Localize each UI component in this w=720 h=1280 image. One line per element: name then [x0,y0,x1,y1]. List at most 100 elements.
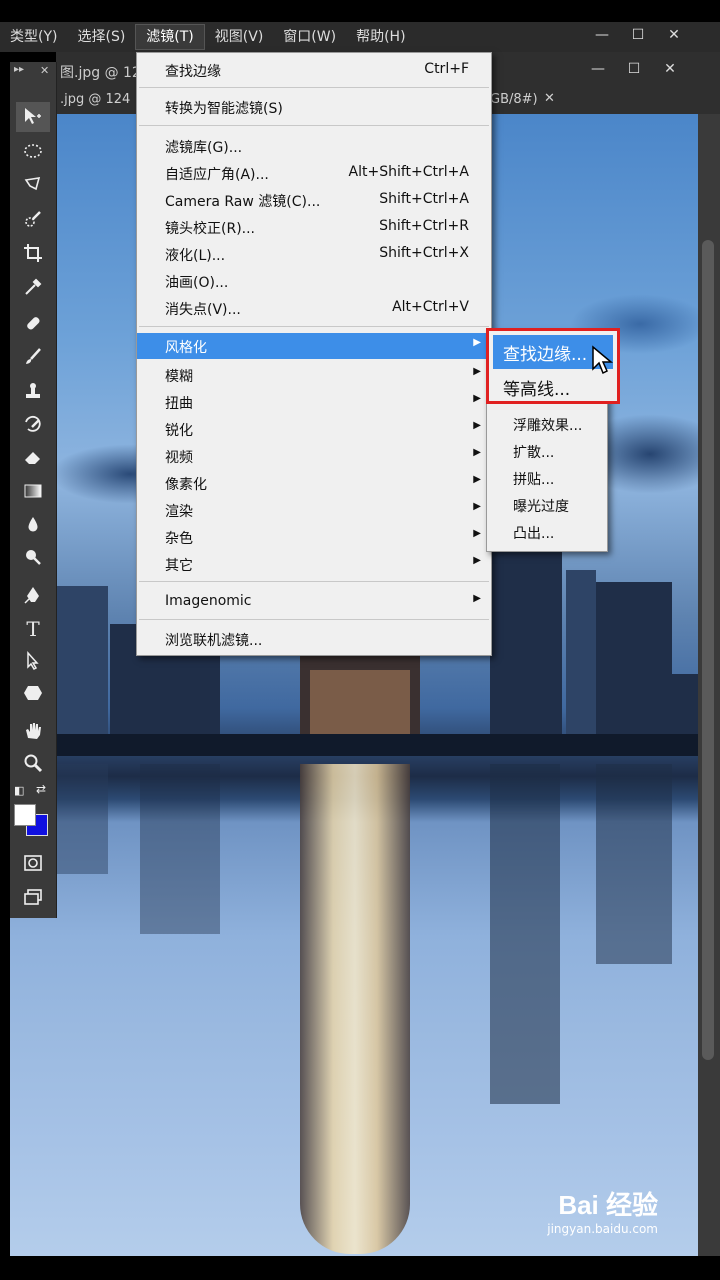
scrollbar-thumb[interactable] [702,240,714,1060]
doc-minimize-button[interactable]: — [580,58,616,80]
lasso-tool-icon[interactable] [16,170,50,200]
menu-item-lens-correction[interactable]: 镜头校正(R)... Shift+Ctrl+R [137,214,491,240]
menu-item-video[interactable]: 视频 ▶ [137,443,491,469]
menu-item-liquify[interactable]: 液化(L)... Shift+Ctrl+X [137,241,491,267]
submenu-arrow-icon: ▶ [473,420,481,431]
menu-separator [139,125,489,126]
screen-mode-icon[interactable] [16,882,50,912]
dodge-tool-icon[interactable] [16,542,50,572]
submenu-item-extrude[interactable]: 凸出... [487,519,607,545]
building-reflection [596,764,672,964]
menu-item-label: 渲染 [165,504,193,520]
document-tab-title[interactable]: .jpg @ 124 [60,92,130,107]
quick-selection-icon[interactable] [16,204,50,234]
building-reflection [490,764,560,1104]
menu-item-blur[interactable]: 模糊 ▶ [137,362,491,388]
submenu-arrow-icon: ▶ [473,528,481,539]
menu-item-noise[interactable]: 杂色 ▶ [137,524,491,550]
doc-restore-button[interactable]: ☐ [616,58,652,80]
menu-item-sharpen[interactable]: 锐化 ▶ [137,416,491,442]
submenu-arrow-icon: ▶ [473,337,481,348]
quick-mask-icon[interactable] [16,848,50,878]
menu-item-stylize[interactable]: 风格化 ▶ [137,333,491,359]
shape-tool-icon[interactable] [16,678,50,708]
tab-close-icon[interactable]: ✕ [544,91,555,106]
submenu-item-label: 曝光过度 [513,499,569,515]
zoom-tool-icon[interactable] [16,748,50,778]
menu-filter[interactable]: 滤镜(T) [135,24,205,50]
menu-item-filter-gallery[interactable]: 滤镜库(G)... [137,133,491,159]
type-tool-icon[interactable]: T [16,614,50,644]
building [56,586,108,746]
menu-item-oil-paint[interactable]: 油画(O)... [137,268,491,294]
app-minimize-button[interactable]: — [584,24,620,46]
menu-item-label: 液化(L)... [165,248,226,264]
menu-item-label: 锐化 [165,423,193,439]
submenu-item-label: 凸出... [513,526,555,542]
app-restore-button[interactable]: ☐ [620,24,656,46]
menu-separator [139,619,489,620]
mouse-cursor-icon [592,345,614,375]
menu-item-pixelate[interactable]: 像素化 ▶ [137,470,491,496]
submenu-item-contour[interactable]: 等高线... [503,375,570,400]
menu-item-label: 滤镜库(G)... [165,140,243,156]
menu-item-label: 视频 [165,450,193,466]
filter-dropdown-menu: 查找边缘 Ctrl+F 转换为智能滤镜(S) 滤镜库(G)... 自适应广角(A… [136,52,492,656]
submenu-item-solarize[interactable]: 曝光过度 [487,492,607,518]
menu-item-convert-smart-filter[interactable]: 转换为智能滤镜(S) [137,94,491,120]
collapse-panel-icon[interactable]: ▸▸ [14,64,24,75]
doc-close-button[interactable]: ✕ [652,58,688,80]
menu-item-label: Camera Raw 滤镜(C)... [165,194,321,210]
menu-item-label: 转换为智能滤镜(S) [165,101,283,117]
menu-item-render[interactable]: 渲染 ▶ [137,497,491,523]
swap-colors-icon[interactable]: ⇄ [36,782,46,796]
blur-tool-icon[interactable] [16,510,50,540]
pen-tool-icon[interactable] [16,580,50,610]
document-title: 图.jpg @ 12 [60,65,141,81]
building [490,550,562,746]
menu-item-other[interactable]: 其它 ▶ [137,551,491,577]
doc-window-controls: — ☐ ✕ [580,58,688,80]
gradient-tool-icon[interactable] [16,476,50,506]
menu-item-camera-raw[interactable]: Camera Raw 滤镜(C)... Shift+Ctrl+A [137,187,491,213]
brush-tool-icon[interactable] [16,342,50,372]
menu-item-distort[interactable]: 扭曲 ▶ [137,389,491,415]
default-colors-icon[interactable]: ◧ [14,784,24,797]
menu-item-label: 风格化 [165,340,207,356]
submenu-item-emboss[interactable]: 浮雕效果... [487,411,607,437]
move-tool-icon[interactable] [16,102,50,132]
path-selection-icon[interactable] [16,646,50,676]
menu-select[interactable]: 选择(S) [67,22,135,52]
watermark-url: jingyan.baidu.com [547,1222,658,1236]
menu-view[interactable]: 视图(V) [205,22,274,52]
healing-brush-icon[interactable] [16,308,50,338]
find-edges-label: 查找边缘... [503,345,588,365]
crop-tool-icon[interactable] [16,238,50,268]
baidu-watermark: Bai 经验 jingyan.baidu.com [547,1185,658,1236]
submenu-item-tiles[interactable]: 拼贴... [487,465,607,491]
eraser-tool-icon[interactable] [16,442,50,472]
panel-close-icon[interactable]: ✕ [40,64,49,77]
clone-stamp-icon[interactable] [16,376,50,406]
hand-tool-icon[interactable] [16,716,50,746]
app-close-button[interactable]: ✕ [656,24,692,46]
menu-item-label: 油画(O)... [165,275,229,291]
history-brush-icon[interactable] [16,410,50,440]
menu-item-last-filter[interactable]: 查找边缘 Ctrl+F [137,57,491,83]
menu-item-label: 镜头校正(R)... [165,221,256,237]
submenu-item-diffuse[interactable]: 扩散... [487,438,607,464]
building [566,570,596,746]
menu-item-browse-online-filters[interactable]: 浏览联机滤镜... [137,626,491,652]
eyedropper-icon[interactable] [16,272,50,302]
menu-item-adaptive-wide-angle[interactable]: 自适应广角(A)... Alt+Shift+Ctrl+A [137,160,491,186]
menu-item-label: 自适应广角(A)... [165,167,269,183]
lights [310,670,410,740]
menu-type[interactable]: 类型(Y) [0,22,67,52]
watermark-brand: Bai 经验 [558,1190,658,1220]
elliptical-marquee-icon[interactable] [16,136,50,166]
menu-window[interactable]: 窗口(W) [273,22,346,52]
foreground-color-swatch[interactable] [14,804,36,826]
menu-item-imagenomic[interactable]: Imagenomic ▶ [137,589,491,615]
menu-help[interactable]: 帮助(H) [346,22,415,52]
menu-item-vanishing-point[interactable]: 消失点(V)... Alt+Ctrl+V [137,295,491,321]
